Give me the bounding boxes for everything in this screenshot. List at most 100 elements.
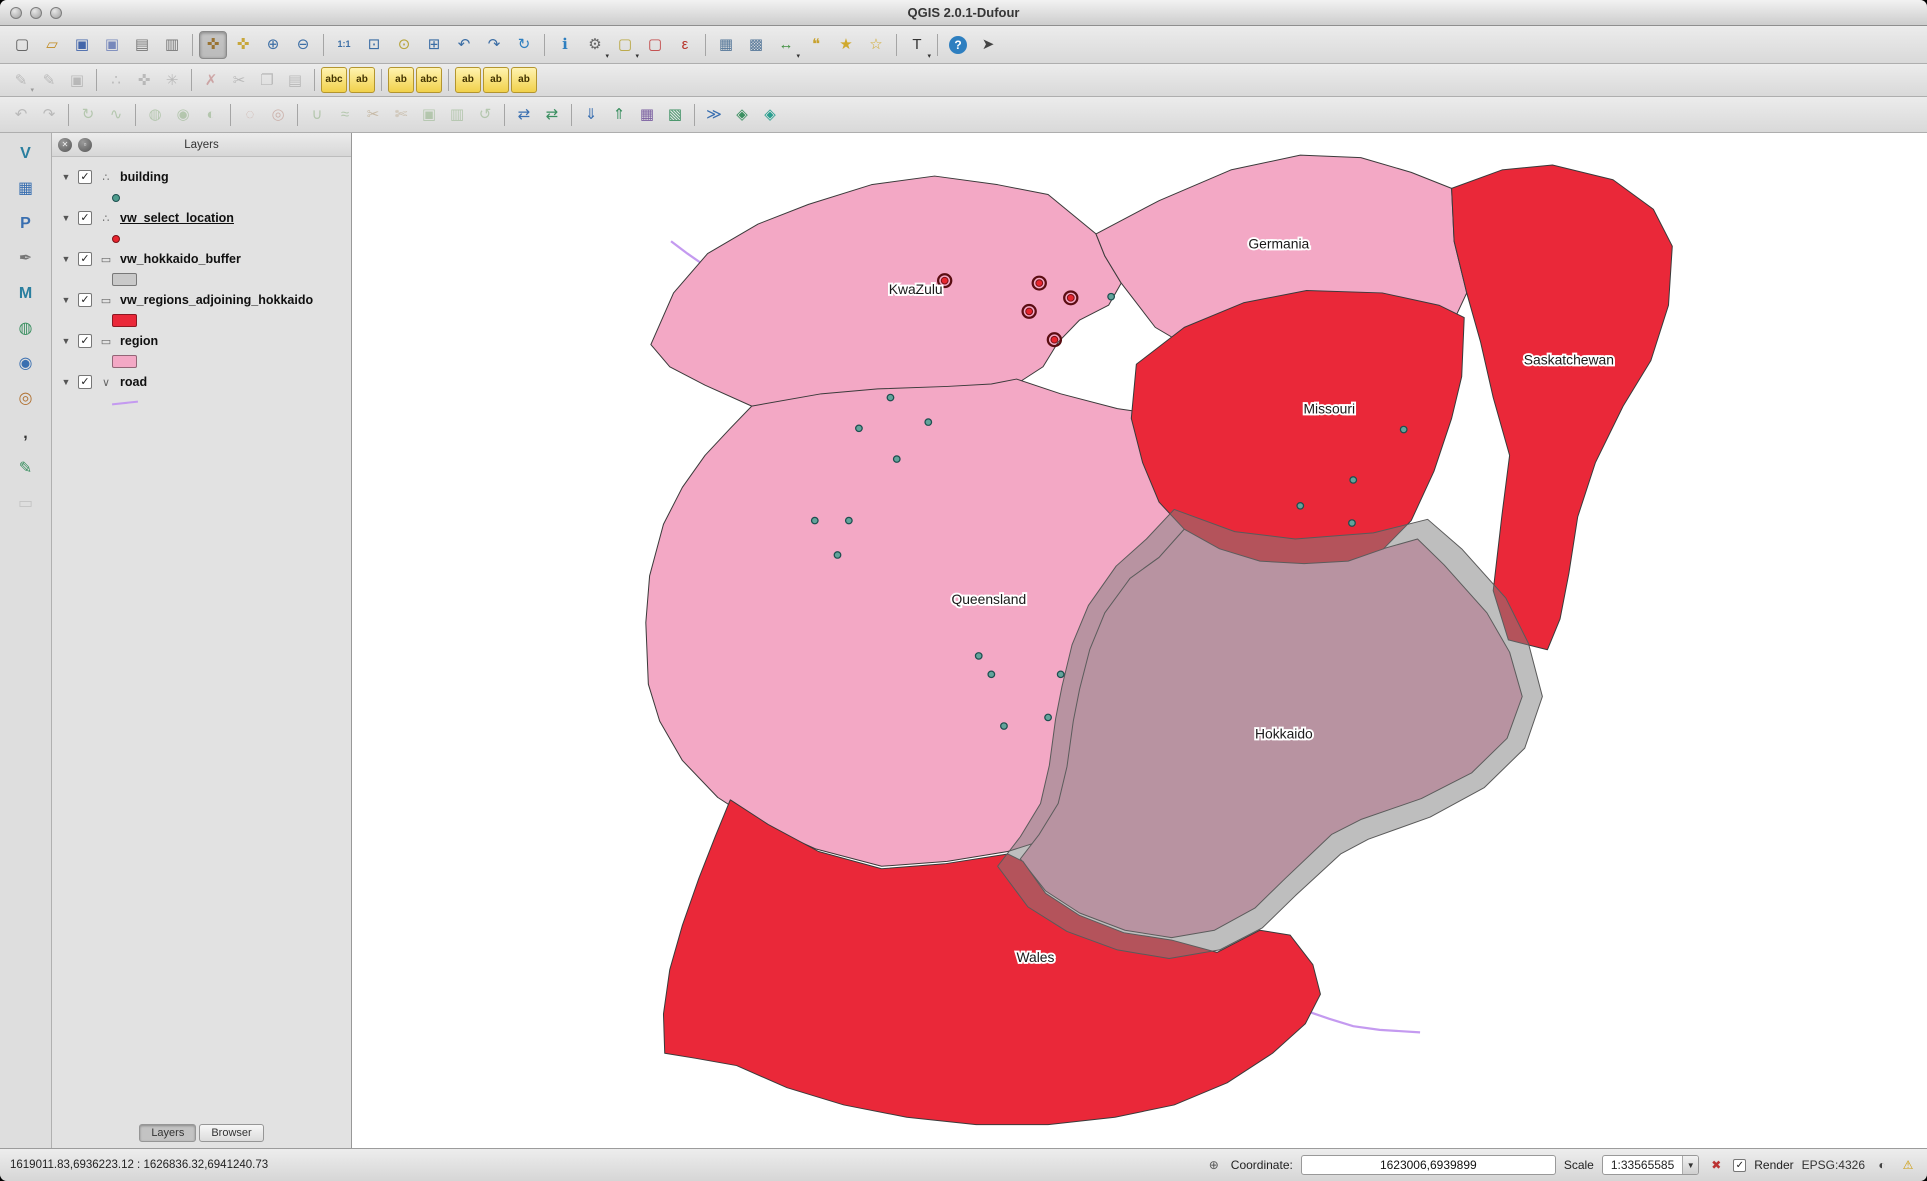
layer-visibility-checkbox[interactable]: ✓ — [78, 211, 92, 225]
zoom-next-button[interactable]: ↷ — [480, 31, 508, 59]
layer-visibility-checkbox[interactable]: ✓ — [78, 170, 92, 184]
new-project-button[interactable]: ▢ — [8, 31, 36, 59]
layer-item-vw_regions_adjoining_hokkaido[interactable]: ▼✓▭vw_regions_adjoining_hokkaido — [56, 288, 347, 312]
map-building-point — [1001, 723, 1008, 729]
float-panel-button[interactable]: ▫ — [78, 138, 92, 152]
layer-visibility-checkbox[interactable]: ✓ — [78, 334, 92, 348]
attribute-table-button[interactable]: ▦ — [712, 31, 740, 59]
labeling-options-button[interactable]: abc — [321, 67, 347, 93]
highlight-labels-button[interactable]: abc — [416, 67, 442, 93]
disclosure-triangle-icon[interactable]: ▼ — [60, 295, 72, 305]
deselect-features-button[interactable]: ▢ — [641, 31, 669, 59]
render-checkbox[interactable]: ✓ — [1733, 1159, 1746, 1172]
messages-log-button[interactable]: ⚠ — [1899, 1156, 1917, 1174]
zoom-full-button[interactable]: ⊡ — [360, 31, 388, 59]
show-bookmarks-button[interactable]: ☆ — [862, 31, 890, 59]
close-panel-button[interactable]: ✕ — [58, 138, 72, 152]
field-calculator-button[interactable]: ▩ — [742, 31, 770, 59]
titlebar[interactable]: QGIS 2.0.1-Dufour — [0, 0, 1927, 26]
pin-labels-button[interactable]: ab — [388, 67, 414, 93]
add-wms-layer-button[interactable]: ◍ — [11, 314, 41, 344]
rotate-label-button[interactable]: ab — [483, 67, 509, 93]
vector-tools-button[interactable]: ▧ — [662, 102, 688, 128]
scale-combobox[interactable]: 1:33565585 ▼ — [1602, 1155, 1699, 1175]
import-layer-button[interactable]: ⇓ — [578, 102, 604, 128]
identify-button[interactable]: ℹ — [551, 31, 579, 59]
zoom-actual-button[interactable]: 1:1 — [330, 31, 358, 59]
close-window-button[interactable] — [10, 7, 22, 19]
select-by-expression-button[interactable]: ε — [671, 31, 699, 59]
add-vector-layer-button[interactable]: V — [11, 139, 41, 169]
mouse-position-icon[interactable]: ⊕ — [1205, 1156, 1223, 1174]
add-mssql-layer-button[interactable]: M — [11, 279, 41, 309]
layer-visibility-checkbox[interactable]: ✓ — [78, 375, 92, 389]
crs-status-button[interactable]: ◐ — [1873, 1156, 1891, 1174]
add-wfs-layer-button[interactable]: ◎ — [11, 384, 41, 414]
python-console-button[interactable]: ≫ — [701, 102, 727, 128]
disclosure-triangle-icon[interactable]: ▼ — [60, 172, 72, 182]
plugin-tool-2-button[interactable]: ◈ — [757, 102, 783, 128]
dropdown-caret-icon[interactable]: ▾ — [927, 52, 931, 60]
move-label-button[interactable]: ab — [455, 67, 481, 93]
add-wcs-layer-button[interactable]: ◉ — [11, 349, 41, 379]
add-delimited-text-layer-button[interactable]: , — [11, 419, 41, 449]
measure-button[interactable]: ↔▾ — [772, 31, 800, 59]
feature-action-button[interactable]: ⚙▾ — [581, 31, 609, 59]
disclosure-triangle-icon[interactable]: ▼ — [60, 377, 72, 387]
pan-tool-button[interactable]: ✜ — [199, 31, 227, 59]
layer-item-region[interactable]: ▼✓▭region — [56, 329, 347, 353]
layer-sync-button[interactable]: ⇄ — [539, 102, 565, 128]
zoom-to-selection-button[interactable]: ⊙ — [390, 31, 418, 59]
selected-location-point — [1051, 336, 1058, 343]
refresh-button[interactable]: ↻ — [510, 31, 538, 59]
panel-tab-layers[interactable]: Layers — [139, 1124, 196, 1142]
layer-item-building[interactable]: ▼✓∴building — [56, 165, 347, 189]
save-project-button[interactable]: ▣ — [68, 31, 96, 59]
chevron-down-icon[interactable]: ▼ — [1682, 1156, 1698, 1174]
select-features-button[interactable]: ▢▾ — [611, 31, 639, 59]
layer-item-vw_select_location[interactable]: ▼✓∴vw_select_location — [56, 206, 347, 230]
new-bookmark-button[interactable]: ★ — [832, 31, 860, 59]
open-project-button[interactable]: ▱ — [38, 31, 66, 59]
dropdown-caret-icon[interactable]: ▾ — [30, 86, 34, 94]
coordinate-input[interactable] — [1301, 1155, 1556, 1175]
stop-rendering-icon[interactable]: ✖ — [1707, 1156, 1725, 1174]
offline-editing-sync-button[interactable]: ⇄ — [511, 102, 537, 128]
layer-item-road[interactable]: ▼✓∨road — [56, 370, 347, 394]
change-label-button[interactable]: ab — [511, 67, 537, 93]
map-tips-button[interactable]: ❝ — [802, 31, 830, 59]
add-raster-layer-button[interactable]: ▦ — [11, 174, 41, 204]
zoom-to-layer-button[interactable]: ⊞ — [420, 31, 448, 59]
disclosure-triangle-icon[interactable]: ▼ — [60, 254, 72, 264]
whats-this-button[interactable]: ➤ — [974, 31, 1002, 59]
point-symbol-swatch — [112, 235, 120, 243]
dropdown-caret-icon[interactable]: ▾ — [635, 52, 639, 60]
new-shapefile-layer-button[interactable]: ✎ — [11, 454, 41, 484]
raster-tools-button[interactable]: ▦ — [634, 102, 660, 128]
zoom-last-button[interactable]: ↶ — [450, 31, 478, 59]
map-canvas[interactable]: KwaZuluGermaniaSaskatchewanMissouriQueen… — [352, 133, 1927, 1148]
dropdown-caret-icon[interactable]: ▾ — [605, 52, 609, 60]
export-layer-button[interactable]: ⇑ — [606, 102, 632, 128]
zoom-out-button[interactable]: ⊖ — [289, 31, 317, 59]
zoom-in-button[interactable]: ⊕ — [259, 31, 287, 59]
layer-visibility-checkbox[interactable]: ✓ — [78, 293, 92, 307]
plugin-tool-1-button[interactable]: ◈ — [729, 102, 755, 128]
panel-tab-browser[interactable]: Browser — [199, 1124, 263, 1142]
layer-item-vw_hokkaido_buffer[interactable]: ▼✓▭vw_hokkaido_buffer — [56, 247, 347, 271]
disclosure-triangle-icon[interactable]: ▼ — [60, 213, 72, 223]
dropdown-caret-icon[interactable]: ▾ — [796, 52, 800, 60]
pan-to-selection-button[interactable]: ✜ — [229, 31, 257, 59]
composer-manager-button[interactable]: ▥ — [158, 31, 186, 59]
label-options-2-button[interactable]: ab — [349, 67, 375, 93]
disclosure-triangle-icon[interactable]: ▼ — [60, 336, 72, 346]
help-button[interactable]: ? — [944, 31, 972, 59]
save-project-as-button[interactable]: ▣ — [98, 31, 126, 59]
zoom-window-button[interactable] — [50, 7, 62, 19]
add-spatialite-layer-button[interactable]: ✒ — [11, 244, 41, 274]
layer-visibility-checkbox[interactable]: ✓ — [78, 252, 92, 266]
minimize-window-button[interactable] — [30, 7, 42, 19]
text-annotation-button[interactable]: T▾ — [903, 31, 931, 59]
add-postgis-layer-button[interactable]: P — [11, 209, 41, 239]
new-composer-button[interactable]: ▤ — [128, 31, 156, 59]
